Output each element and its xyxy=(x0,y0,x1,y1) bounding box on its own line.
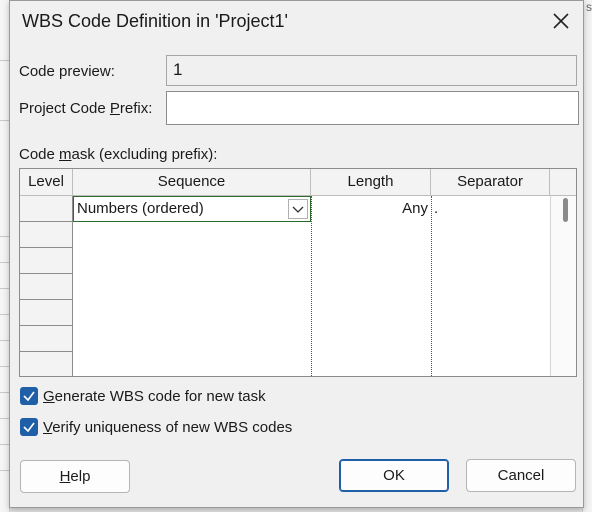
sequence-dropdown-button[interactable] xyxy=(288,199,308,219)
sequence-cell-select[interactable]: Numbers (ordered) xyxy=(73,196,311,222)
cancel-button[interactable]: Cancel xyxy=(466,459,576,492)
row-header[interactable] xyxy=(20,196,73,222)
column-header-separator: Separator xyxy=(431,169,550,196)
code-preview-field: 1 xyxy=(166,55,577,86)
close-icon[interactable] xyxy=(550,10,572,32)
wbs-code-dialog: WBS Code Definition in 'Project1' Code p… xyxy=(9,0,584,508)
row-header[interactable] xyxy=(20,248,73,274)
background-line xyxy=(0,314,9,315)
row-header[interactable] xyxy=(20,300,73,326)
ok-button[interactable]: OK xyxy=(339,459,449,492)
background-line xyxy=(0,340,9,341)
dialog-title: WBS Code Definition in 'Project1' xyxy=(22,11,288,31)
row-header[interactable] xyxy=(20,274,73,300)
column-header-level: Level xyxy=(20,169,73,196)
background-line xyxy=(0,288,9,289)
background-line xyxy=(0,262,9,263)
background-line xyxy=(0,366,9,367)
row-header[interactable] xyxy=(20,222,73,248)
row-header[interactable] xyxy=(20,352,73,376)
background-line xyxy=(0,120,9,121)
generate-wbs-checkbox[interactable] xyxy=(20,387,38,405)
row-header[interactable] xyxy=(20,326,73,352)
background-line xyxy=(0,236,9,237)
background-line xyxy=(0,470,9,471)
code-mask-label: Code mask (excluding prefix): xyxy=(19,146,218,163)
checkmark-icon xyxy=(23,391,35,402)
column-divider xyxy=(311,196,312,376)
verify-uniqueness-checkbox[interactable] xyxy=(20,418,38,436)
background-line xyxy=(0,392,9,393)
column-header-length: Length xyxy=(311,169,431,196)
sequence-cell-value: Numbers (ordered) xyxy=(77,200,204,217)
generate-wbs-label[interactable]: Generate WBS code for new task xyxy=(43,388,266,405)
background-line xyxy=(0,444,9,445)
length-cell[interactable]: Any xyxy=(320,200,428,217)
chevron-down-icon xyxy=(292,206,304,213)
prefix-label: Project Code Prefix: xyxy=(19,100,153,117)
verify-uniqueness-label[interactable]: Verify uniqueness of new WBS codes xyxy=(43,419,292,436)
column-header-filler xyxy=(550,169,576,196)
grid-scrollbar[interactable] xyxy=(550,196,576,376)
column-divider xyxy=(431,196,432,376)
code-preview-label: Code preview: xyxy=(19,63,115,80)
code-mask-grid: Level Sequence Length Separator Numbers … xyxy=(19,168,577,377)
checkmark-icon xyxy=(23,422,35,433)
background-text: s xyxy=(586,0,592,14)
background-line xyxy=(0,60,9,61)
background-line xyxy=(0,418,9,419)
prefix-input[interactable] xyxy=(166,91,579,125)
separator-cell[interactable]: . xyxy=(434,200,544,217)
scrollbar-thumb[interactable] xyxy=(563,198,568,222)
column-header-sequence: Sequence xyxy=(73,169,311,196)
help-button[interactable]: Help xyxy=(20,460,130,493)
